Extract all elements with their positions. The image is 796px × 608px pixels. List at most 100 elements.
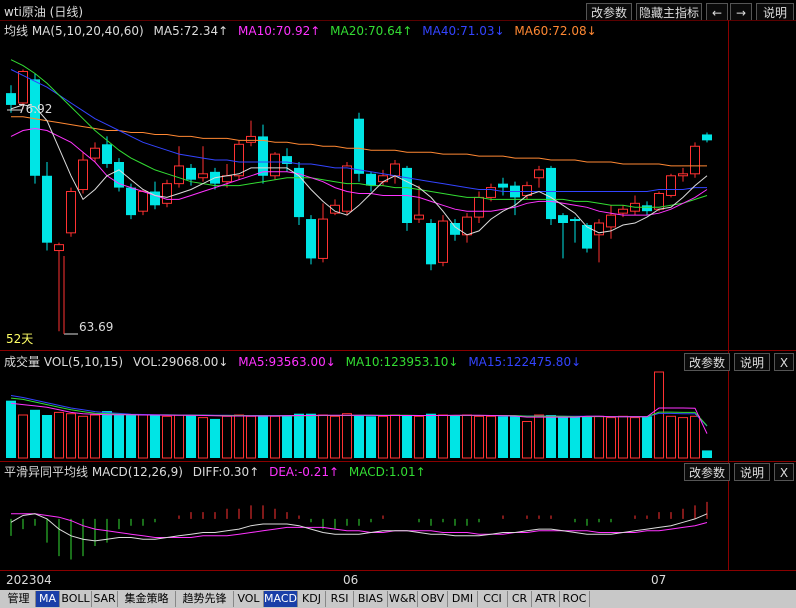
tab-vol[interactable]: VOL xyxy=(234,591,264,607)
candle-body xyxy=(618,208,628,214)
tab-macd[interactable]: MACD xyxy=(264,591,298,607)
candle-body xyxy=(126,187,136,216)
volume-bar xyxy=(474,415,484,459)
candle-body xyxy=(18,70,28,104)
candle-body xyxy=(606,214,616,228)
date-label-july: 07 xyxy=(651,573,667,587)
candle-body xyxy=(6,93,16,105)
candle-body xyxy=(42,175,52,243)
tab-rsi[interactable]: RSI xyxy=(326,591,354,607)
volume-bar xyxy=(690,415,700,459)
tab-cci[interactable]: CCI xyxy=(478,591,508,607)
volume-bar xyxy=(618,415,628,459)
candle-body xyxy=(318,218,328,259)
volume-bar xyxy=(222,415,232,459)
volume-bar xyxy=(162,415,172,459)
candle-body xyxy=(570,219,580,222)
tab-w-r[interactable]: W&R xyxy=(388,591,418,607)
candle-body xyxy=(414,214,424,220)
volume-bar xyxy=(498,416,508,458)
volume-bar xyxy=(666,415,676,459)
candle-body xyxy=(306,219,316,259)
candle-body xyxy=(354,118,364,174)
candle-body xyxy=(642,205,652,212)
volume-bar xyxy=(114,415,124,458)
tab-boll[interactable]: BOLL xyxy=(60,591,92,607)
candle-body xyxy=(474,196,484,218)
tab--[interactable]: 管理 xyxy=(2,591,36,607)
tab-atr[interactable]: ATR xyxy=(532,591,560,607)
volume-value: VOL:29068.00↓ xyxy=(132,355,229,369)
volume-plot xyxy=(6,371,712,459)
tab-ma[interactable]: MA xyxy=(36,591,60,607)
candle-body xyxy=(438,220,448,263)
date-label-start: 202304 xyxy=(6,573,52,587)
volume-bar xyxy=(54,411,64,459)
volume-bar xyxy=(186,415,196,458)
volume-bar xyxy=(198,417,208,459)
volume-bar xyxy=(282,415,292,458)
volume-bar xyxy=(294,413,304,458)
volume-bar xyxy=(354,415,364,458)
candle-body xyxy=(30,79,40,176)
macd-close-button[interactable]: X xyxy=(774,463,794,481)
dea-value: DEA:-0.21↑ xyxy=(269,465,340,479)
candle-body xyxy=(498,183,508,188)
candle-body xyxy=(198,173,208,179)
macd-help-button[interactable]: 说明 xyxy=(734,463,770,481)
volume-legend: 成交量 VOL(5,10,15) VOL:29068.00↓ MA5:93563… xyxy=(4,353,587,370)
volume-bar xyxy=(582,416,592,458)
volume-bar xyxy=(678,417,688,459)
volume-bar xyxy=(462,414,472,459)
tab-sar[interactable]: SAR xyxy=(92,591,118,607)
candle-body xyxy=(366,173,376,186)
volume-bar xyxy=(102,411,112,458)
volume-bar xyxy=(306,413,316,458)
volume-bar xyxy=(426,413,436,458)
tab-bias[interactable]: BIAS xyxy=(354,591,388,607)
chart-canvas[interactable] xyxy=(0,0,796,590)
candle-body xyxy=(234,143,244,177)
volume-bar xyxy=(270,415,280,459)
candle-body xyxy=(102,144,112,164)
candle-body xyxy=(54,244,64,252)
candle-body xyxy=(138,191,148,212)
candle-body xyxy=(558,215,568,223)
candle-body xyxy=(426,223,436,265)
high-price-label: 76.92 xyxy=(18,102,53,116)
volume-bar xyxy=(30,409,40,458)
volume-edit-params-button[interactable]: 改参数 xyxy=(684,353,730,371)
volume-bar xyxy=(258,415,268,458)
macd-legend-label: 平滑异同平均线 MACD(12,26,9) xyxy=(4,465,183,479)
candle-body xyxy=(702,134,712,141)
volume-bar xyxy=(42,415,52,458)
volume-bar xyxy=(702,450,712,458)
volume-bar xyxy=(318,414,328,459)
tab-dmi[interactable]: DMI xyxy=(448,591,478,607)
candle-body xyxy=(342,165,352,212)
volume-bar xyxy=(414,415,424,459)
days-label: 52天 xyxy=(6,332,34,346)
volume-bar xyxy=(654,371,664,459)
volume-bar xyxy=(594,415,604,459)
macd-edit-params-button[interactable]: 改参数 xyxy=(684,463,730,481)
volume-bar xyxy=(450,415,460,458)
vol-ma10-legend: MA10:123953.10↓ xyxy=(345,355,459,369)
diff-value: DIFF:0.30↑ xyxy=(192,465,260,479)
tab--[interactable]: 趋势先锋 xyxy=(176,591,234,607)
tab--[interactable]: 集金策略 xyxy=(118,591,176,607)
tab-roc[interactable]: ROC xyxy=(560,591,590,607)
volume-bar xyxy=(210,418,220,458)
volume-bar xyxy=(570,416,580,458)
tab-kdj[interactable]: KDJ xyxy=(298,591,326,607)
volume-help-button[interactable]: 说明 xyxy=(734,353,770,371)
candle-body xyxy=(678,173,688,177)
tab-cr[interactable]: CR xyxy=(508,591,532,607)
candle-body xyxy=(258,136,268,176)
macd-plot xyxy=(10,501,708,560)
volume-close-button[interactable]: X xyxy=(774,353,794,371)
volume-bar xyxy=(90,414,100,459)
tab-obv[interactable]: OBV xyxy=(418,591,448,607)
candle-body xyxy=(378,175,388,183)
diff-line xyxy=(10,513,708,542)
